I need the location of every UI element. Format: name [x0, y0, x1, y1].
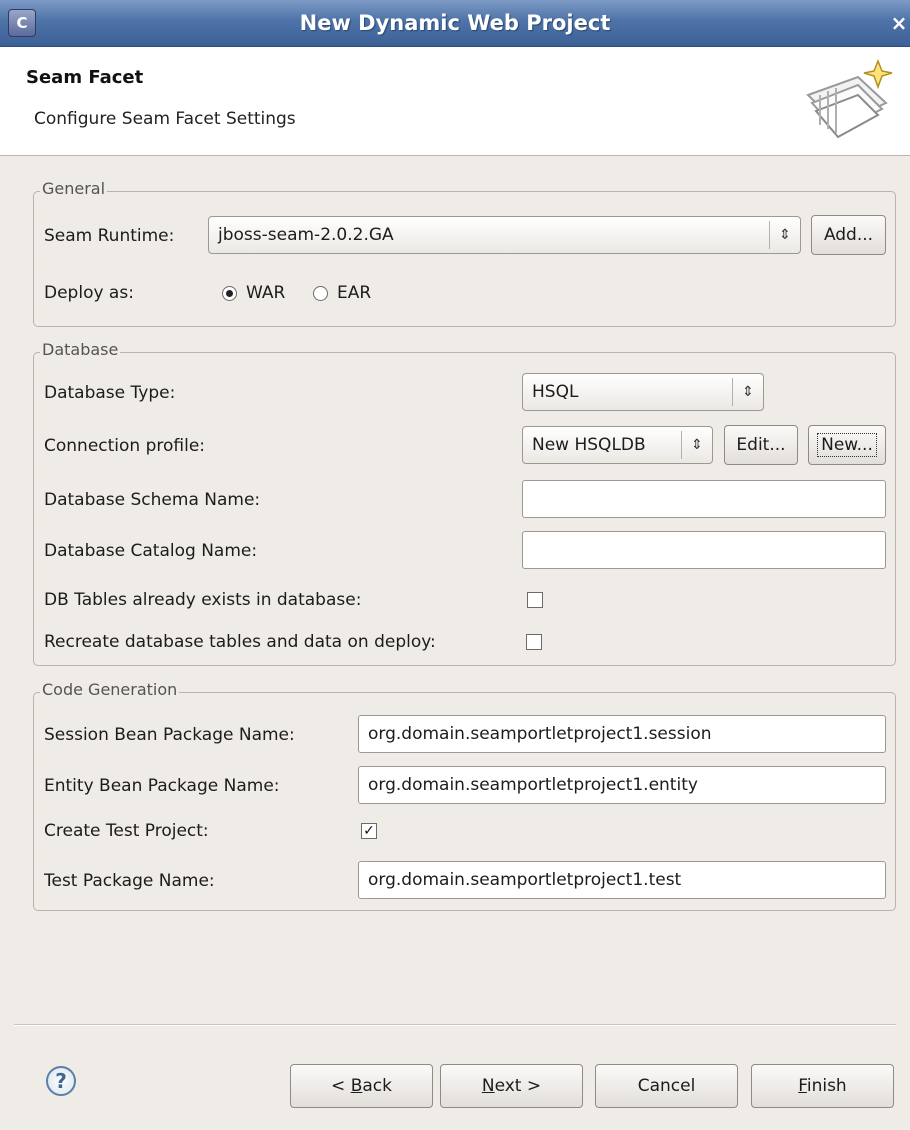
back-button[interactable]: < Back: [290, 1064, 433, 1108]
catalog-name-label: Database Catalog Name:: [44, 541, 258, 561]
seam-runtime-value: jboss-seam-2.0.2.GA: [218, 225, 394, 245]
catalog-name-input[interactable]: [522, 531, 886, 569]
database-type-label: Database Type:: [44, 383, 176, 403]
window-title: New Dynamic Web Project: [299, 11, 611, 35]
schema-name-input[interactable]: [522, 480, 886, 518]
seam-runtime-label: Seam Runtime:: [44, 226, 175, 246]
cancel-button[interactable]: Cancel: [595, 1064, 738, 1108]
general-group-legend: General: [40, 179, 108, 198]
code-generation-group-legend: Code Generation: [40, 680, 180, 699]
page-description: Configure Seam Facet Settings: [34, 109, 296, 129]
edit-connection-button[interactable]: Edit...: [724, 425, 798, 465]
connection-profile-label: Connection profile:: [44, 436, 206, 456]
entity-package-input[interactable]: org.domain.seamportletproject1.entity: [358, 766, 886, 804]
footer-separator: [14, 1024, 896, 1026]
test-package-input[interactable]: org.domain.seamportletproject1.test: [358, 861, 886, 899]
next-button-rest: ext >: [494, 1076, 542, 1096]
database-group-legend: Database: [40, 340, 121, 359]
finish-button[interactable]: Finish: [751, 1064, 894, 1108]
new-connection-button-label: New...: [817, 433, 877, 457]
seam-runtime-select[interactable]: jboss-seam-2.0.2.GA ⇕: [208, 216, 801, 254]
next-button-mnemonic: N: [481, 1076, 495, 1096]
new-connection-button[interactable]: New...: [808, 425, 886, 465]
session-package-label: Session Bean Package Name:: [44, 725, 295, 745]
create-test-project-label: Create Test Project:: [44, 821, 209, 841]
create-test-project-checkbox[interactable]: ✓: [361, 823, 377, 839]
close-icon[interactable]: ×: [888, 10, 910, 36]
schema-name-label: Database Schema Name:: [44, 490, 261, 510]
back-button-rest: ack: [362, 1076, 392, 1096]
finish-button-mnemonic: F: [798, 1076, 807, 1096]
tables-exist-checkbox[interactable]: [527, 592, 543, 608]
page-title: Seam Facet: [26, 67, 144, 88]
war-radio-label[interactable]: WAR: [246, 283, 285, 303]
test-package-label: Test Package Name:: [44, 871, 215, 891]
connection-profile-value: New HSQLDB: [532, 435, 646, 455]
tables-exist-label: DB Tables already exists in database:: [44, 590, 362, 610]
connection-profile-select[interactable]: New HSQLDB ⇕: [522, 426, 713, 464]
database-type-value: HSQL: [532, 382, 579, 402]
updown-arrow-icon: ⇕: [769, 221, 800, 249]
finish-button-rest: inish: [806, 1076, 847, 1096]
updown-arrow-icon: ⇕: [732, 378, 763, 406]
recreate-tables-label: Recreate database tables and data on dep…: [44, 632, 436, 652]
updown-arrow-icon: ⇕: [681, 431, 712, 459]
help-icon[interactable]: ?: [46, 1066, 76, 1096]
deploy-as-label: Deploy as:: [44, 283, 134, 303]
window-title-bar[interactable]: C New Dynamic Web Project ×: [0, 0, 910, 47]
entity-package-label: Entity Bean Package Name:: [44, 776, 280, 796]
database-type-select[interactable]: HSQL ⇕: [522, 373, 764, 411]
recreate-tables-checkbox[interactable]: [526, 634, 542, 650]
back-button-prefix: <: [331, 1076, 351, 1096]
general-group: General: [33, 179, 896, 327]
ear-radio[interactable]: [313, 286, 328, 301]
wizard-header-banner: Seam Facet Configure Seam Facet Settings: [0, 47, 910, 156]
next-button[interactable]: Next >: [440, 1064, 583, 1108]
new-dynamic-web-project-dialog: C New Dynamic Web Project × Seam Facet C…: [0, 0, 910, 1130]
ear-radio-label[interactable]: EAR: [337, 283, 371, 303]
seam-wizard-banner-icon: [806, 58, 893, 139]
war-radio[interactable]: [222, 286, 237, 301]
session-package-input[interactable]: org.domain.seamportletproject1.session: [358, 715, 886, 753]
back-button-mnemonic: B: [350, 1076, 363, 1096]
add-runtime-button[interactable]: Add...: [811, 215, 886, 255]
